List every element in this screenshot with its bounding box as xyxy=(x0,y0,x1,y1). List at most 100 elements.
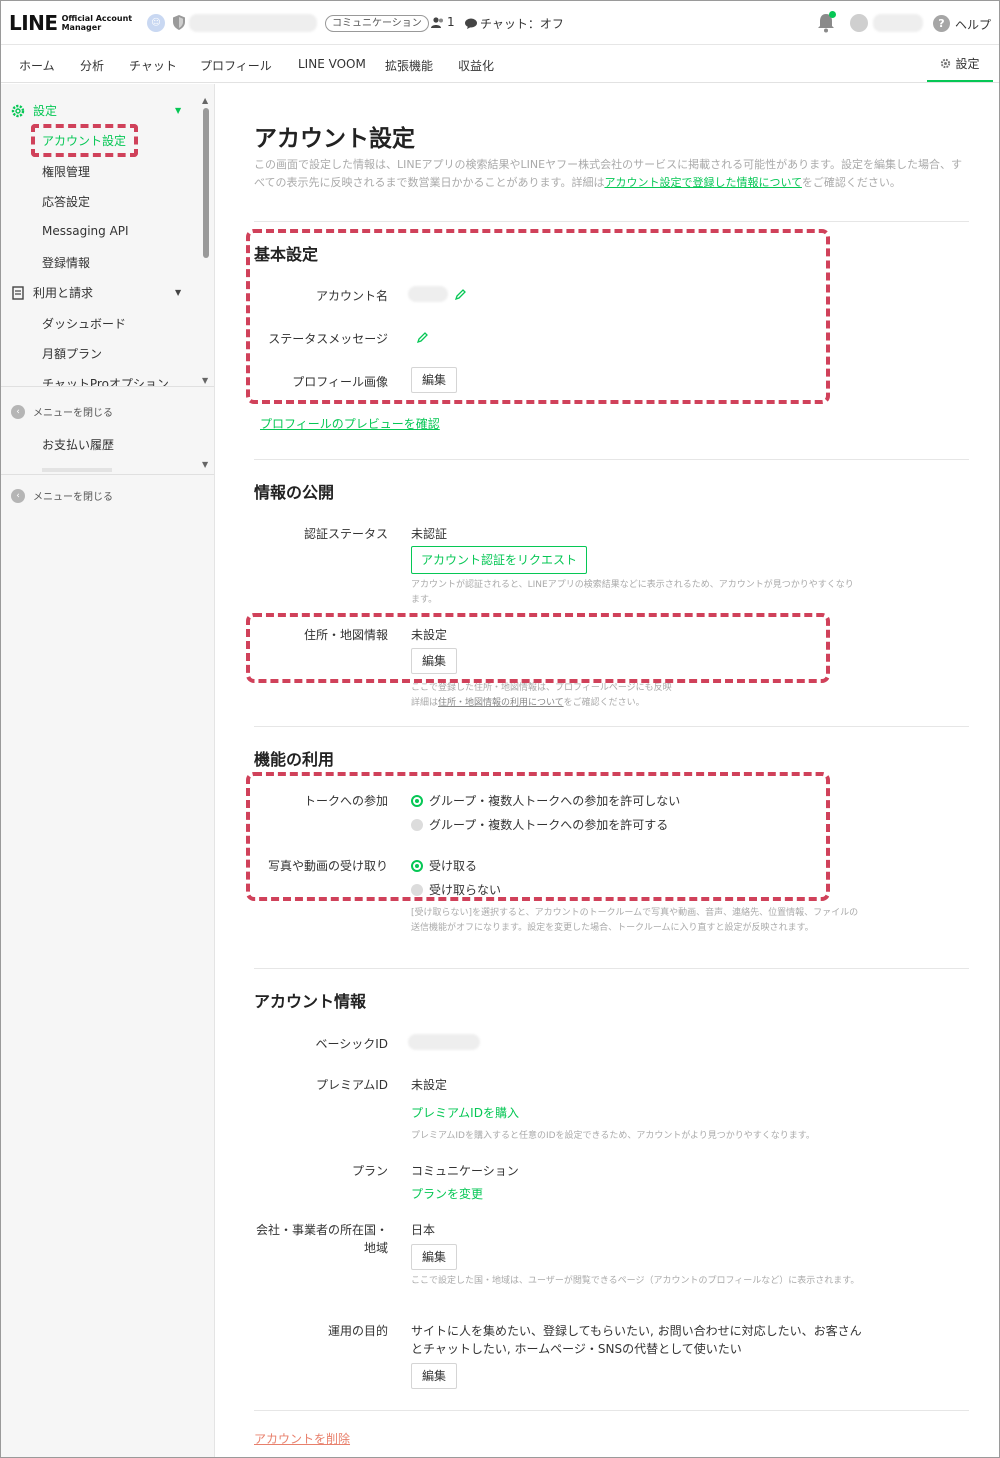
media-receive-radio[interactable]: 受け取る xyxy=(411,857,477,874)
chevron-down-icon[interactable]: ▼ xyxy=(175,288,181,297)
sidebar-item-messaging-api[interactable]: Messaging API xyxy=(42,224,129,238)
edit-country-button[interactable]: 編集 xyxy=(411,1244,458,1270)
close-menu-label: メニューを閉じる xyxy=(33,408,113,419)
pencil-icon[interactable] xyxy=(416,332,428,344)
sidebar-item-monthly-plan[interactable]: 月額プラン xyxy=(42,345,102,362)
close-menu-label: メニューを閉じる xyxy=(33,492,113,503)
status-message-label: ステータスメッセージ xyxy=(268,332,388,346)
radio-unselected-icon xyxy=(411,818,423,831)
sidebar-item-registration-info[interactable]: 登録情報 xyxy=(42,254,90,271)
chevron-down-icon[interactable]: ▼ xyxy=(175,106,181,115)
nav-profile[interactable]: プロフィール xyxy=(200,57,272,74)
account-info-link[interactable]: アカウント設定で登録した情報について xyxy=(604,176,801,189)
help-link[interactable]: ヘルプ xyxy=(955,16,991,33)
edit-address-button[interactable]: 編集 xyxy=(411,648,458,674)
verify-note: アカウントが認証されると、LINEアプリの検索結果などに表示されるため、アカウン… xyxy=(411,580,854,605)
profile-image-label: プロフィール画像 xyxy=(292,375,388,389)
media-note: [受け取らない]を選択すると、アカウントのトークルームで写真や動画、音声、連絡先… xyxy=(411,908,859,933)
user-avatar-icon[interactable] xyxy=(850,14,868,32)
nav-settings[interactable]: 設定 xyxy=(927,46,993,82)
section-divider xyxy=(254,459,969,460)
address-note: ここで登録した住所・地図情報は、プロフィールページにも反映 詳細は住所・地図情報の… xyxy=(411,681,861,711)
nav-monetization[interactable]: 収益化 xyxy=(458,57,494,74)
sidebar-group-billing[interactable]: 利用と請求 xyxy=(11,284,93,301)
section-title-account-info: アカウント情報 xyxy=(254,992,367,1011)
chat-bubble-icon xyxy=(465,18,477,29)
nav-extensions[interactable]: 拡張機能 xyxy=(385,57,433,74)
premium-id-value: 未設定 xyxy=(411,1078,448,1092)
country-note: ここで設定した国・地域は、ユーザーが閲覧できるページ（アカウントのプロフィールな… xyxy=(411,1276,860,1286)
plan-value: コミュニケーション xyxy=(411,1164,519,1178)
nav-line-voom[interactable]: LINE VOOM xyxy=(298,57,366,71)
request-verification-button[interactable]: アカウント認証をリクエスト xyxy=(411,546,588,574)
close-menu-button[interactable]: ‹ メニューを閉じる xyxy=(11,404,113,419)
section-divider xyxy=(254,221,969,222)
radio-selected-icon xyxy=(411,859,423,872)
nav-home[interactable]: ホーム xyxy=(19,57,55,74)
sidebar: 設定 ▼ アカウント設定 権限管理 応答設定 Messaging API 登録情… xyxy=(1,84,215,1457)
page-description: この画面で設定した情報は、LINEアプリの検索結果やLINEヤフー株式会社のサー… xyxy=(254,156,969,192)
purpose-value: サイトに人を集めたい、登録してもらいたい, お問い合わせに対応したい、お客さんと… xyxy=(411,1322,871,1358)
chevron-left-icon: ‹ xyxy=(11,404,25,419)
sidebar-item-account-settings[interactable]: アカウント設定 xyxy=(42,132,126,149)
delete-account-link[interactable]: アカウントを削除 xyxy=(254,1430,350,1447)
edit-profile-image-button[interactable]: 編集 xyxy=(411,367,458,393)
change-plan-link[interactable]: プランを変更 xyxy=(411,1185,483,1202)
media-reject-radio[interactable]: 受け取らない xyxy=(411,881,501,898)
line-oa-logo[interactable]: LINE Official Account Manager xyxy=(9,11,132,35)
premium-id-note: プレミアムIDを購入すると任意のIDを設定できるため、アカウントがより見つかりや… xyxy=(411,1131,815,1141)
section-title-basic: 基本設定 xyxy=(254,245,319,264)
page-title: アカウント設定 xyxy=(254,126,415,152)
logo-subtitle-line1: Official Account xyxy=(61,14,133,23)
sidebar-item-dashboard[interactable]: ダッシュボード xyxy=(42,315,126,332)
logo-subtitle-line2: Manager xyxy=(61,23,102,32)
address-note-line1: ここで登録した住所・地図情報は、プロフィールページにも反映 xyxy=(411,683,672,693)
address-label: 住所・地図情報 xyxy=(303,628,388,642)
top-header: LINE Official Account Manager ☺ コミュニケーショ… xyxy=(1,1,999,45)
sidebar-cutoff-item xyxy=(42,468,112,472)
buy-premium-id-link[interactable]: プレミアムIDを購入 xyxy=(411,1104,519,1121)
country-label-line2: 地域 xyxy=(363,1241,388,1255)
address-usage-link[interactable]: 住所・地図情報の利用について xyxy=(438,698,564,708)
scroll-up-arrow-icon[interactable]: ▲ xyxy=(202,96,208,105)
main-content: アカウント設定 この画面で設定した情報は、LINEアプリの検索結果やLINEヤフ… xyxy=(216,84,999,1457)
sidebar-group-settings[interactable]: 設定 xyxy=(11,102,57,119)
chat-status[interactable]: チャット：オフ xyxy=(465,15,564,32)
nav-chat[interactable]: チャット xyxy=(129,57,177,74)
sidebar-divider xyxy=(1,474,214,475)
country-label-line1: 会社・事業者の所在国・ xyxy=(255,1223,388,1237)
premium-id-label: プレミアムID xyxy=(316,1078,388,1092)
sidebar-item-permissions[interactable]: 権限管理 xyxy=(42,163,90,180)
talk-disallow-label: グループ・複数人トークへの参加を許可しない xyxy=(429,794,681,808)
scroll-down-arrow-icon[interactable]: ▼ xyxy=(202,376,208,385)
receipt-icon xyxy=(12,285,24,300)
sidebar-scrollbar[interactable] xyxy=(203,108,209,258)
edit-purpose-button[interactable]: 編集 xyxy=(411,1363,458,1389)
friends-count-value: 1 xyxy=(447,15,455,29)
profile-preview-link[interactable]: プロフィールのプレビューを確認 xyxy=(260,415,440,432)
scroll-down-arrow-icon[interactable]: ▼ xyxy=(202,460,208,469)
sidebar-item-payment-history[interactable]: お支払い履歴 xyxy=(42,436,114,453)
sidebar-item-response-settings[interactable]: 応答設定 xyxy=(42,193,90,210)
page-description-tail: をご確認ください。 xyxy=(801,176,901,189)
talk-allow-radio[interactable]: グループ・複数人トークへの参加を許可する xyxy=(411,816,668,833)
purpose-value-line1: サイトに人を集めたい、登録してもらいたい, お問い合わせに対応したい、お客さん xyxy=(411,1324,862,1338)
purpose-label: 運用の目的 xyxy=(327,1324,388,1338)
help-icon[interactable]: ? xyxy=(933,15,950,32)
country-value: 日本 xyxy=(411,1223,436,1237)
notification-dot xyxy=(829,11,836,18)
gear-icon xyxy=(11,104,25,117)
address-note-prefix: 詳細は xyxy=(411,698,439,708)
friends-count[interactable]: 1 xyxy=(431,15,455,29)
pencil-icon[interactable] xyxy=(454,289,466,301)
account-avatar-icon[interactable]: ☺ xyxy=(147,14,165,32)
verify-status-value: 未認証 xyxy=(411,527,448,541)
chevron-left-icon: ‹ xyxy=(11,488,25,503)
talk-disallow-radio[interactable]: グループ・複数人トークへの参加を許可しない xyxy=(411,792,680,809)
section-divider xyxy=(254,968,969,969)
basic-id-label: ベーシックID xyxy=(315,1037,388,1051)
country-label: 会社・事業者の所在国・地域 xyxy=(254,1221,388,1257)
close-menu-button[interactable]: ‹ メニューを閉じる xyxy=(11,488,113,503)
nav-analytics[interactable]: 分析 xyxy=(80,57,104,74)
person-icon xyxy=(431,16,443,28)
